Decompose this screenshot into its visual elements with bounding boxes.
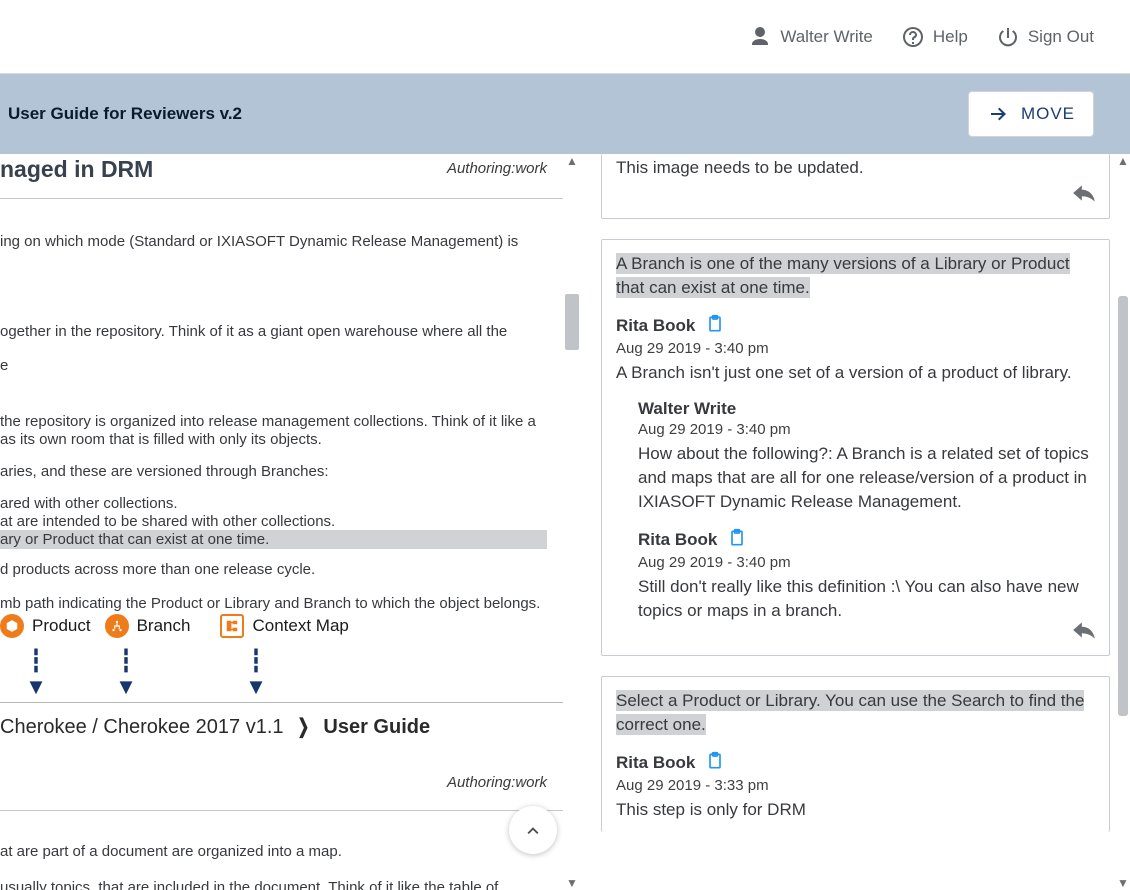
product-chip: Product [0, 614, 91, 638]
branch-icon [105, 614, 129, 638]
divider [0, 702, 563, 703]
reply-button[interactable] [1071, 180, 1097, 210]
context-map-chip: Context Map [220, 614, 348, 638]
chevron-up-icon [522, 819, 544, 841]
breadcrumb-sample: Cherokee / Cherokee 2017 v1.1 ❯ User Gui… [0, 714, 430, 739]
reply-icon [1071, 180, 1097, 206]
body-line: mb path indicating the Product or Librar… [0, 594, 547, 613]
branch-label: Branch [137, 616, 191, 636]
comment-reply: Walter Write Aug 29 2019 - 3:40 pm How a… [638, 399, 1095, 514]
clipboard-icon[interactable] [705, 314, 725, 338]
authoring-status-1: Authoring:work [447, 160, 547, 177]
branch-chip: Branch [105, 614, 191, 638]
body-line: at are part of a document are organized … [0, 842, 547, 861]
scroll-up-icon[interactable]: ▲ [563, 154, 581, 168]
dashed-arrow-icon: ┇▼ [180, 648, 330, 700]
doc-heading: naged in DRM [0, 156, 153, 183]
comment-date: Aug 29 2019 - 3:40 pm [638, 421, 1095, 438]
comment-author: Rita Book [638, 530, 717, 550]
comment-date: Aug 29 2019 - 3:40 pm [616, 340, 1095, 357]
reply-icon [1071, 617, 1097, 643]
chevron-right-icon: ❯ [298, 714, 310, 739]
body-line: at are intended to be shared with other … [0, 512, 547, 531]
help-link[interactable]: Help [901, 25, 968, 49]
comment: Rita Book Aug 29 2019 - 3:40 pm A Branch… [616, 314, 1095, 385]
move-label: MOVE [1021, 104, 1075, 124]
body-line: usually topics, that are included in the… [0, 878, 547, 890]
scroll-down-icon[interactable]: ▼ [563, 876, 581, 890]
body-line-highlight[interactable]: ary or Product that can exist at one tim… [0, 530, 547, 549]
body-line: ogether in the repository. Think of it a… [0, 322, 547, 341]
product-label: Product [32, 616, 91, 636]
comment-card: This image needs to be updated. [601, 154, 1110, 219]
body-line: e [0, 356, 547, 375]
doc-title: User Guide for Reviewers v.2 [8, 104, 242, 124]
body-line: the repository is organized into release… [0, 412, 547, 431]
comment-body: How about the following?: A Branch is a … [638, 442, 1095, 514]
breadcrumb-right: User Guide [323, 716, 430, 738]
clipboard-icon[interactable] [705, 751, 725, 775]
divider [0, 198, 563, 199]
scroll-thumb[interactable] [565, 294, 579, 350]
scroll-up-icon[interactable]: ▲ [1116, 154, 1130, 168]
comment-date: Aug 29 2019 - 3:40 pm [638, 554, 1095, 571]
dashed-arrow-icon: ┇▼ [70, 648, 180, 700]
comments-pane: This image needs to be updated. A Branch… [593, 154, 1130, 890]
power-icon [996, 25, 1020, 49]
body-line: ing on which mode (Standard or IXIASOFT … [0, 232, 547, 251]
right-scrollbar[interactable]: ▲ ▼ [1116, 154, 1130, 890]
topbar: Walter Write Help Sign Out [0, 0, 1130, 74]
product-icon [0, 614, 24, 638]
context-map-icon [220, 614, 244, 638]
comment-author: Rita Book [616, 316, 695, 336]
help-icon [901, 25, 925, 49]
body-line: as its own room that is filled with only… [0, 430, 547, 449]
comment-card: Select a Product or Library. You can use… [601, 676, 1110, 832]
breadcrumb-left: Cherokee / Cherokee 2017 v1.1 [0, 716, 284, 738]
breadcrumb-diagram: Product Branch Context Map ┇▼ ┇▼ ┇▼ Cher… [0, 614, 430, 739]
authoring-status-2: Authoring:work [447, 774, 547, 791]
body-line: d products across more than one release … [0, 560, 547, 579]
signout-link[interactable]: Sign Out [996, 25, 1094, 49]
main-split: naged in DRM Authoring:work ing on which… [0, 154, 1130, 890]
user-name: Walter Write [780, 27, 873, 47]
titlebar: User Guide for Reviewers v.2 MOVE [0, 74, 1130, 154]
dashed-arrows: ┇▼ ┇▼ ┇▼ [0, 648, 430, 700]
reply-button[interactable] [1071, 617, 1097, 647]
comment: Rita Book Aug 29 2019 - 3:33 pm This ste… [616, 751, 1095, 822]
comment-author: Walter Write [638, 399, 736, 419]
user-badge[interactable]: Walter Write [748, 25, 873, 49]
collapse-fab[interactable] [509, 806, 557, 854]
comment-date: Aug 29 2019 - 3:33 pm [616, 777, 1095, 794]
scroll-down-icon[interactable]: ▼ [1116, 876, 1130, 890]
signout-label: Sign Out [1028, 27, 1094, 47]
body-line: aries, and these are versioned through B… [0, 462, 547, 481]
comment-reply: Rita Book Aug 29 2019 - 3:40 pm Still do… [638, 528, 1095, 623]
comment-card: A Branch is one of the many versions of … [601, 239, 1110, 656]
quoted-text: Select a Product or Library. You can use… [616, 690, 1084, 735]
body-line: ared with other collections. [0, 494, 547, 513]
dashed-arrow-icon: ┇▼ [0, 648, 70, 700]
left-scrollbar[interactable]: ▲ ▼ [563, 154, 581, 890]
document-pane[interactable]: naged in DRM Authoring:work ing on which… [0, 154, 593, 890]
context-map-label: Context Map [252, 616, 348, 636]
scroll-thumb[interactable] [1118, 296, 1128, 716]
comment-body: Still don't really like this definition … [638, 575, 1095, 623]
comment-author: Rita Book [616, 753, 695, 773]
user-icon [748, 25, 772, 49]
comment-body: This image needs to be updated. [616, 156, 1095, 180]
quoted-text: A Branch is one of the many versions of … [616, 253, 1070, 298]
move-button[interactable]: MOVE [968, 91, 1094, 137]
help-label: Help [933, 27, 968, 47]
move-arrow-icon [987, 102, 1011, 126]
comment-body: A Branch isn't just one set of a version… [616, 361, 1095, 385]
comment-body: This step is only for DRM [616, 798, 1095, 822]
divider [0, 810, 563, 811]
clipboard-icon[interactable] [727, 528, 747, 552]
